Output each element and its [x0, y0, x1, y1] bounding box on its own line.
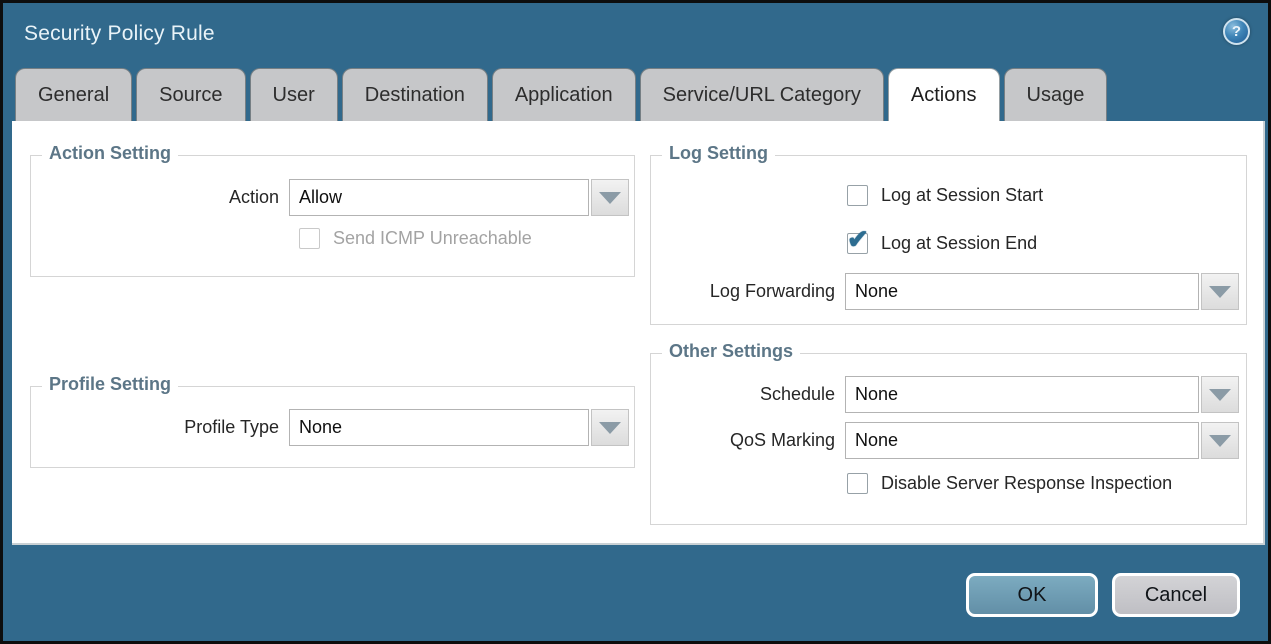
check-icon: ✔	[847, 226, 869, 252]
chevron-down-icon	[1209, 389, 1231, 401]
log-forwarding-label: Log Forwarding	[651, 281, 845, 302]
checkbox-label: Log at Session End	[881, 233, 1037, 254]
tab-actions[interactable]: Actions	[888, 68, 1000, 121]
checkbox-label: Send ICMP Unreachable	[333, 228, 532, 249]
action-dropdown-button[interactable]	[591, 179, 629, 216]
qos-marking-dropdown[interactable]: None	[845, 422, 1239, 459]
security-policy-rule-dialog: Security Policy Rule ? General Source Us…	[0, 0, 1271, 644]
other-settings-legend: Other Settings	[662, 341, 800, 362]
tab-application[interactable]: Application	[492, 68, 636, 121]
profile-type-dropdown-button[interactable]	[591, 409, 629, 446]
tab-usage[interactable]: Usage	[1004, 68, 1108, 121]
log-setting-group: Log Setting ✔ Log at Session Start ✔ Log…	[650, 155, 1247, 325]
qos-marking-label: QoS Marking	[651, 430, 845, 451]
disable-server-response-inspection-checkbox[interactable]: ✔ Disable Server Response Inspection	[847, 473, 1172, 494]
titlebar: Security Policy Rule ?	[3, 3, 1268, 68]
checkbox-box: ✔	[299, 228, 320, 249]
profile-type-dropdown-value: None	[289, 409, 589, 446]
checkbox-label: Log at Session Start	[881, 185, 1043, 206]
qos-marking-dropdown-button[interactable]	[1201, 422, 1239, 459]
qos-marking-dropdown-value: None	[845, 422, 1199, 459]
checkbox-box[interactable]: ✔	[847, 185, 868, 206]
chevron-down-icon	[1209, 435, 1231, 447]
tab-general[interactable]: General	[15, 68, 132, 121]
log-at-session-end-checkbox[interactable]: ✔ Log at Session End	[847, 233, 1037, 254]
action-dropdown-value: Allow	[289, 179, 589, 216]
chevron-down-icon	[599, 422, 621, 434]
checkbox-box[interactable]: ✔	[847, 233, 868, 254]
schedule-dropdown[interactable]: None	[845, 376, 1239, 413]
actions-tab-panel: Action Setting Action Allow ✔ Send ICMP …	[12, 121, 1265, 545]
dialog-title: Security Policy Rule	[24, 22, 215, 46]
tab-user[interactable]: User	[250, 68, 338, 121]
action-setting-group: Action Setting Action Allow ✔ Send ICMP …	[30, 155, 635, 277]
tab-service-url-category[interactable]: Service/URL Category	[640, 68, 884, 121]
log-forwarding-dropdown-value: None	[845, 273, 1199, 310]
profile-type-label: Profile Type	[31, 417, 289, 438]
schedule-label: Schedule	[651, 384, 845, 405]
log-forwarding-dropdown[interactable]: None	[845, 273, 1239, 310]
profile-setting-legend: Profile Setting	[42, 374, 178, 395]
profile-setting-group: Profile Setting Profile Type None	[30, 386, 635, 468]
chevron-down-icon	[1209, 286, 1231, 298]
checkbox-label: Disable Server Response Inspection	[881, 473, 1172, 494]
checkbox-box[interactable]: ✔	[847, 473, 868, 494]
tab-source[interactable]: Source	[136, 68, 245, 121]
action-setting-legend: Action Setting	[42, 143, 178, 164]
log-at-session-start-checkbox[interactable]: ✔ Log at Session Start	[847, 185, 1043, 206]
send-icmp-unreachable-checkbox: ✔ Send ICMP Unreachable	[299, 228, 532, 249]
tab-bar: General Source User Destination Applicat…	[15, 68, 1107, 121]
profile-type-dropdown[interactable]: None	[289, 409, 629, 446]
cancel-button[interactable]: Cancel	[1112, 573, 1240, 617]
help-icon[interactable]: ?	[1223, 18, 1250, 45]
other-settings-group: Other Settings Schedule None QoS Marking…	[650, 353, 1247, 525]
action-label: Action	[31, 187, 289, 208]
log-setting-legend: Log Setting	[662, 143, 775, 164]
schedule-dropdown-value: None	[845, 376, 1199, 413]
log-forwarding-dropdown-button[interactable]	[1201, 273, 1239, 310]
tab-destination[interactable]: Destination	[342, 68, 488, 121]
ok-button[interactable]: OK	[966, 573, 1098, 617]
schedule-dropdown-button[interactable]	[1201, 376, 1239, 413]
action-dropdown[interactable]: Allow	[289, 179, 629, 216]
chevron-down-icon	[599, 192, 621, 204]
